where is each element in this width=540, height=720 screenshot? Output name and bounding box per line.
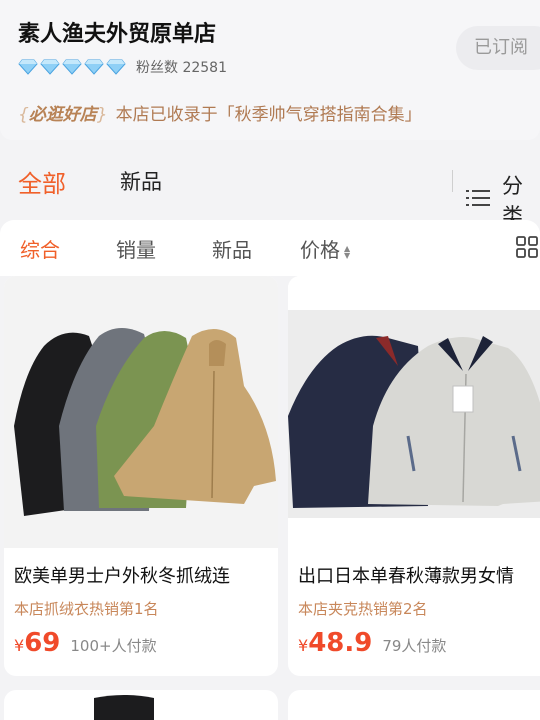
list-menu-icon bbox=[466, 188, 490, 212]
product-card[interactable]: 欧美单男士户外秋冬抓绒连 本店抓绒衣热销第1名 ¥ 69 100+人付款 bbox=[4, 276, 278, 676]
promo-banner[interactable]: {必逛好店} 本店已收录于「秋季帅气穿搭指南合集」 bbox=[18, 100, 422, 125]
diamond-icon bbox=[106, 59, 126, 75]
shop-header: 素人渔夫外贸原单店 粉丝数 22581 已订阅 {必逛好店} 本店已收录于「秋季… bbox=[0, 0, 540, 140]
shop-rating: 粉丝数 22581 bbox=[18, 57, 227, 77]
product-price: ¥ 69 100+人付款 bbox=[14, 628, 157, 658]
sort-arrows-icon: ▲ ▼ bbox=[344, 243, 351, 260]
diamond-icon bbox=[18, 59, 38, 75]
sort-bar: 综合 销量 新品 价格 ▲ ▼ bbox=[0, 220, 540, 276]
price-value: 48.9 bbox=[308, 628, 373, 658]
tab-all[interactable]: 全部 bbox=[18, 164, 66, 199]
product-rank: 本店夹克热销第2名 bbox=[298, 600, 428, 618]
product-image[interactable] bbox=[4, 276, 278, 548]
fans-count: 粉丝数 22581 bbox=[136, 60, 227, 76]
product-image[interactable] bbox=[288, 276, 540, 548]
diamond-icon bbox=[62, 59, 82, 75]
product-rank: 本店抓绒衣热销第1名 bbox=[14, 600, 159, 618]
sold-count: 100+人付款 bbox=[70, 637, 157, 655]
follow-button[interactable]: 已订阅 bbox=[456, 26, 540, 70]
currency-symbol: ¥ bbox=[298, 636, 309, 655]
product-card[interactable]: 出口日本单春秋薄款男女情 本店夹克热销第2名 ¥ 48.9 79人付款 bbox=[288, 276, 540, 676]
sort-tab-price-label: 价格 bbox=[300, 238, 340, 262]
product-title[interactable]: 出口日本单春秋薄款男女情 bbox=[298, 562, 514, 588]
promo-text: 本店已收录于「秋季帅气穿搭指南合集」 bbox=[115, 105, 422, 125]
sort-tab-new[interactable]: 新品 bbox=[212, 234, 252, 263]
grid-layout-icon[interactable] bbox=[516, 236, 538, 262]
shop-name: 素人渔夫外贸原单店 bbox=[18, 22, 217, 47]
price-value: 69 bbox=[24, 628, 61, 658]
product-image[interactable] bbox=[4, 690, 278, 720]
sort-tab-price[interactable]: 价格 ▲ ▼ bbox=[300, 234, 350, 263]
diamond-icon bbox=[40, 59, 60, 75]
currency-symbol: ¥ bbox=[14, 636, 25, 655]
product-price: ¥ 48.9 79人付款 bbox=[298, 628, 446, 658]
sort-tab-sales[interactable]: 销量 bbox=[116, 234, 156, 263]
product-card[interactable] bbox=[288, 690, 540, 720]
diamond-icon bbox=[84, 59, 104, 75]
product-card[interactable] bbox=[4, 690, 278, 720]
category-bar: 全部 新品 分类 bbox=[0, 140, 540, 228]
divider bbox=[452, 170, 453, 192]
product-title[interactable]: 欧美单男士户外秋冬抓绒连 bbox=[14, 562, 230, 588]
sold-count: 79人付款 bbox=[382, 637, 447, 655]
sort-tab-default[interactable]: 综合 bbox=[20, 234, 60, 263]
tab-new[interactable]: 新品 bbox=[120, 166, 162, 196]
promo-badge: {必逛好店} bbox=[18, 105, 108, 125]
